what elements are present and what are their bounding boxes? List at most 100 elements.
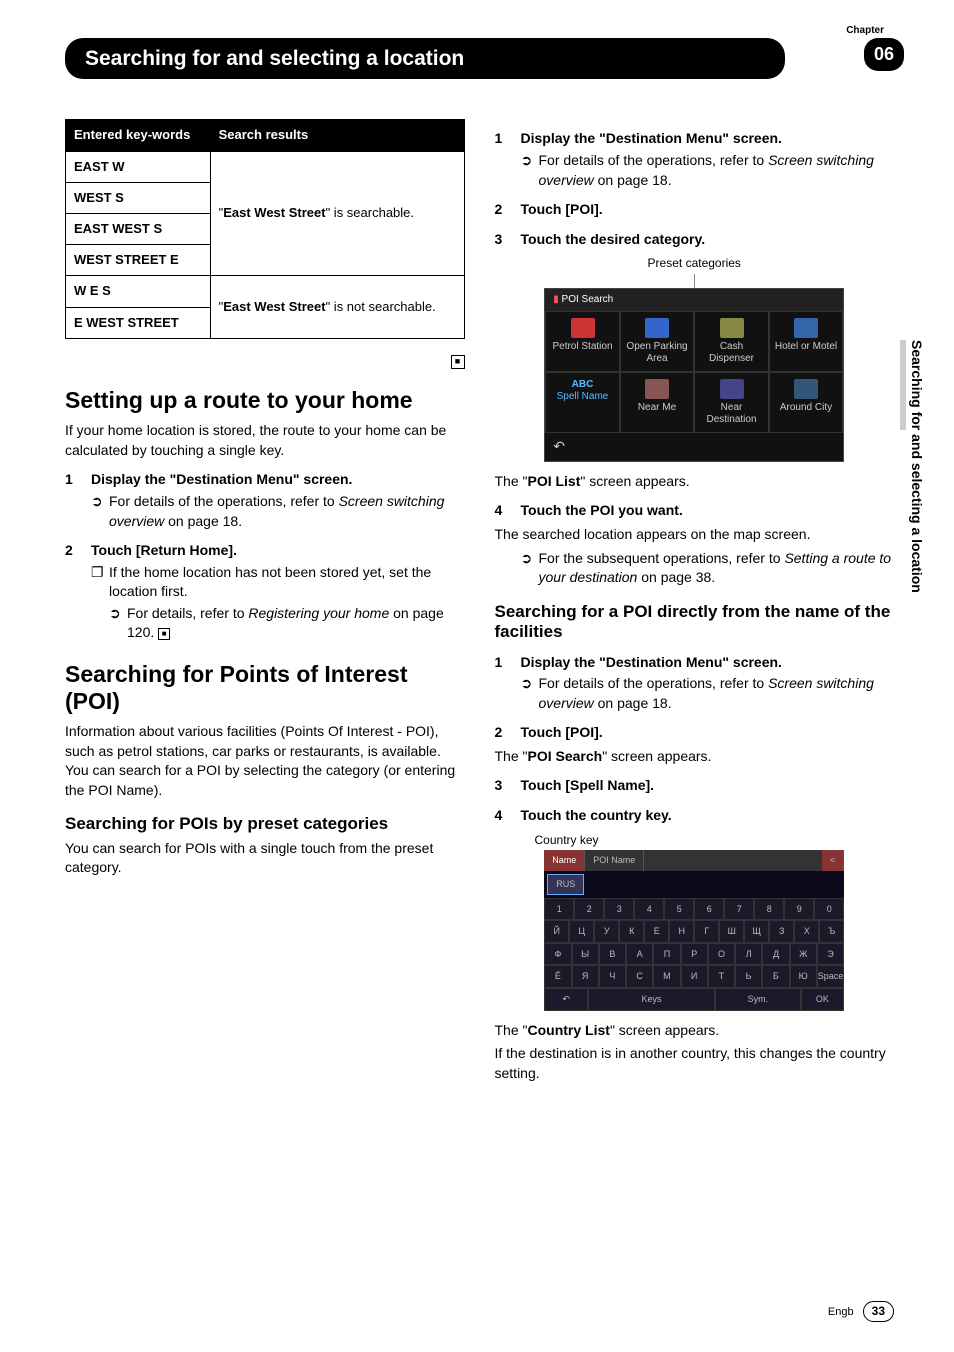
step-number: 1 — [65, 470, 91, 490]
ss-near-me[interactable]: Near Me — [620, 372, 695, 433]
kbd-key[interactable]: Н — [669, 920, 694, 943]
home-intro: If your home location is stored, the rou… — [65, 421, 465, 460]
n-step4: Touch the country key. — [521, 806, 672, 826]
step-number: 1 — [495, 129, 521, 149]
n-step3: Touch [Spell Name]. — [521, 776, 655, 796]
n-step2: Touch [POI]. — [521, 723, 603, 743]
kbd-key[interactable]: Т — [708, 965, 735, 988]
kbd-key[interactable]: 8 — [754, 898, 784, 921]
kbd-key[interactable]: У — [594, 920, 619, 943]
kbd-key[interactable]: 1 — [544, 898, 574, 921]
kbd-key[interactable]: Г — [694, 920, 719, 943]
kbd-key[interactable]: Ь — [735, 965, 762, 988]
ref-arrow-icon: ➲ — [109, 604, 127, 643]
home-step2: Touch [Return Home]. — [91, 541, 237, 561]
kbd-key[interactable]: Space — [817, 965, 845, 988]
kbd-key[interactable]: А — [626, 943, 653, 966]
r-step1: Display the "Destination Menu" screen. — [521, 129, 782, 149]
ss-petrol-station[interactable]: Petrol Station — [545, 311, 620, 372]
kbd-key[interactable]: Я — [572, 965, 599, 988]
kbd-key[interactable]: И — [681, 965, 708, 988]
kbd-key[interactable]: 4 — [634, 898, 664, 921]
kbd-sym-button[interactable]: Sym. — [715, 988, 800, 1011]
kbd-key[interactable]: Ы — [572, 943, 599, 966]
table-head-keywords: Entered key-words — [66, 120, 211, 151]
chapter-number-badge: 06 — [864, 38, 904, 71]
kbd-key[interactable]: Э — [817, 943, 844, 966]
kbd-key[interactable]: Ф — [544, 943, 571, 966]
kbd-key[interactable]: О — [708, 943, 735, 966]
flag-icon — [720, 379, 744, 399]
result-cell-1: "East West Street" is searchable. — [210, 151, 464, 276]
poi-search-appears: The "POI Search" screen appears. — [495, 747, 895, 767]
ss-open-parking[interactable]: Open Parking Area — [620, 311, 695, 372]
kbd-key[interactable]: Й — [544, 920, 569, 943]
ss-flag-icon: ▮ — [553, 294, 559, 305]
poi-search-screenshot: ▮ POI Search Petrol Station Open Parking… — [544, 288, 844, 462]
home-step1: Display the "Destination Menu" screen. — [91, 470, 352, 490]
kbd-key[interactable]: Ё — [544, 965, 571, 988]
kbd-key[interactable]: С — [626, 965, 653, 988]
preset-intro: You can search for POIs with a single to… — [65, 839, 465, 878]
kbd-keys-button[interactable]: Keys — [588, 988, 715, 1011]
keyword-table: Entered key-words Search results EAST W … — [65, 119, 465, 338]
kbd-key[interactable]: Ж — [790, 943, 817, 966]
side-section-title: Searching for and selecting a location — [906, 340, 926, 593]
ss-cash-dispenser[interactable]: Cash Dispenser — [694, 311, 769, 372]
kbd-key[interactable]: Ц — [569, 920, 594, 943]
kbd-key[interactable]: 2 — [574, 898, 604, 921]
kbd-key[interactable]: Б — [762, 965, 789, 988]
table-head-results: Search results — [210, 120, 464, 151]
ref-arrow-icon: ➲ — [521, 151, 539, 190]
step-number: 2 — [495, 723, 521, 743]
kbd-ok-button[interactable]: OK — [801, 988, 845, 1011]
kbd-back-button[interactable]: ↶ — [544, 988, 588, 1011]
kbd-key[interactable]: З — [769, 920, 794, 943]
kbd-key[interactable]: В — [599, 943, 626, 966]
ss-title: POI Search — [562, 294, 614, 305]
kbd-key[interactable]: 7 — [724, 898, 754, 921]
ref-arrow-icon: ➲ — [521, 549, 539, 588]
step-number: 4 — [495, 501, 521, 521]
ss-near-destination[interactable]: Near Destination — [694, 372, 769, 433]
kbd-key[interactable]: 0 — [814, 898, 844, 921]
kbd-key[interactable]: К — [619, 920, 644, 943]
abc-icon: ABC — [548, 379, 617, 391]
section-end-icon: ■ — [451, 355, 465, 369]
kbd-key[interactable]: Щ — [744, 920, 769, 943]
kbd-key[interactable]: Л — [735, 943, 762, 966]
page-title: Searching for and selecting a location — [65, 38, 785, 79]
kbd-key[interactable]: Ъ — [819, 920, 844, 943]
r-step4-ref: For the subsequent operations, refer to … — [539, 549, 895, 588]
kbd-key[interactable]: М — [653, 965, 680, 988]
kbd-row-4: ЁЯЧСМИТЬБЮSpace — [544, 965, 844, 988]
kbd-tab-poi-name[interactable]: POI Name — [585, 850, 644, 871]
kbd-key[interactable]: Ч — [599, 965, 626, 988]
kbd-row-numbers: 1234567890 — [544, 898, 844, 921]
kbd-tab-name[interactable]: Name — [544, 850, 585, 871]
kbd-country-button[interactable]: RUS — [547, 874, 584, 895]
kbd-key[interactable]: Р — [681, 943, 708, 966]
ss-back-button[interactable]: ↶ — [545, 433, 843, 461]
kbd-key[interactable]: 3 — [604, 898, 634, 921]
kbd-key[interactable]: Д — [762, 943, 789, 966]
kbd-key[interactable]: Х — [794, 920, 819, 943]
kbd-key[interactable]: 6 — [694, 898, 724, 921]
kbd-key[interactable]: 9 — [784, 898, 814, 921]
kbd-key[interactable]: Ю — [790, 965, 817, 988]
kbd-key[interactable]: П — [653, 943, 680, 966]
side-accent-bar — [900, 340, 906, 430]
ss-hotel[interactable]: Hotel or Motel — [769, 311, 844, 372]
kbd-delete-button[interactable]: < — [822, 850, 844, 871]
kw-cell: EAST W — [66, 151, 211, 182]
kw-cell: E WEST STREET — [66, 307, 211, 338]
kbd-key[interactable]: Е — [644, 920, 669, 943]
kbd-key[interactable]: Ш — [719, 920, 744, 943]
ss-spell-name[interactable]: ABCSpell Name — [545, 372, 620, 433]
step-number: 2 — [495, 200, 521, 220]
petrol-icon — [571, 318, 595, 338]
country-change-note: If the destination is in another country… — [495, 1044, 895, 1083]
ss-around-city[interactable]: Around City — [769, 372, 844, 433]
r-step4-body: The searched location appears on the map… — [495, 525, 895, 545]
kbd-key[interactable]: 5 — [664, 898, 694, 921]
